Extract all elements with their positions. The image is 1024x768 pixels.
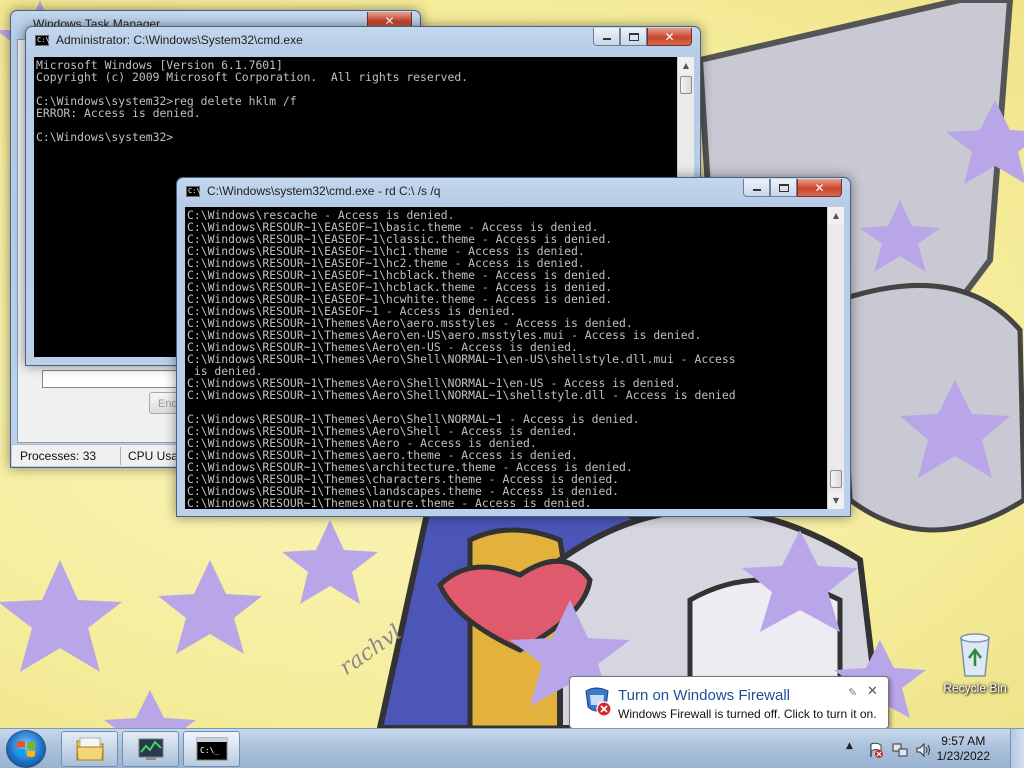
admin-cmd-titlebar[interactable]: C:\ Administrator: C:\Windows\System32\c… [26, 27, 700, 54]
wallpaper-face-shape [837, 283, 1024, 533]
scroll-down-button[interactable]: ▼ [828, 492, 844, 509]
console-line: C:\Windows\RESOUR~1\Themes\nature.theme … [187, 496, 592, 509]
admin-cmd-minimize-button[interactable] [593, 28, 620, 46]
show-desktop-button[interactable] [1010, 729, 1024, 768]
clock-time: 9:57 AM [941, 734, 986, 748]
rd-cmd-titlebar[interactable]: C:\ C:\Windows\system32\cmd.exe - rd C:\… [177, 178, 850, 205]
rd-cmd-close-button[interactable]: ✕ [797, 179, 842, 197]
show-hidden-icons-button[interactable]: ▲ [846, 741, 853, 751]
maximize-icon [778, 183, 789, 192]
recycle-bin-shortcut[interactable]: Recycle Bin [942, 630, 1008, 695]
taskbar: C:\_ ▲ 9:57 AM 1/23/2022 [0, 728, 1024, 768]
recycle-bin-label: Recycle Bin [943, 681, 1007, 695]
console-line: C:\Windows\RESOUR~1\Themes\Aero\Shell\NO… [187, 352, 736, 366]
network-icon[interactable] [892, 742, 908, 758]
scroll-up-button[interactable]: ▲ [678, 57, 694, 74]
taskbar-explorer-button[interactable] [61, 731, 118, 767]
clock[interactable]: 9:57 AM 1/23/2022 [937, 734, 990, 764]
balloon-body: Windows Firewall is turned off. Click to… [618, 707, 877, 721]
minimize-icon [752, 189, 761, 191]
console-line: C:\Windows\system32> [36, 130, 174, 144]
task-manager-icon [138, 738, 163, 760]
console-line: C:\Windows\RESOUR~1\Themes\Aero\Shell\NO… [187, 388, 736, 402]
task-manager-list[interactable] [42, 370, 182, 388]
console-line: Copyright (c) 2009 Microsoft Corporation… [36, 70, 469, 84]
rd-cmd-scrollbar[interactable]: ▲ ▼ [827, 207, 844, 509]
volume-icon[interactable] [915, 742, 931, 758]
console-line: ERROR: Access is denied. [36, 106, 201, 120]
folder-icon [75, 737, 104, 761]
close-icon: ✕ [814, 180, 825, 195]
taskbar-cmd-button[interactable]: C:\_ [183, 731, 240, 767]
firewall-shield-icon [585, 687, 612, 717]
recycle-bin-icon [960, 633, 990, 677]
cmd-icon: C:\_ [196, 737, 227, 761]
balloon-title: Turn on Windows Firewall [618, 687, 790, 704]
windows-logo-icon [17, 741, 35, 757]
balloon-options-icon[interactable]: ✎ [848, 686, 857, 699]
admin-cmd-title: Administrator: C:\Windows\System32\cmd.e… [56, 33, 303, 47]
clock-date: 1/23/2022 [936, 749, 990, 763]
firewall-notification[interactable]: Turn on Windows Firewall Windows Firewal… [569, 676, 889, 737]
status-divider [120, 447, 121, 465]
admin-cmd-close-button[interactable]: ✕ [647, 28, 692, 46]
maximize-icon [628, 32, 639, 41]
minimize-icon [602, 38, 611, 40]
rd-cmd-minimize-button[interactable] [743, 179, 770, 197]
admin-cmd-maximize-button[interactable] [620, 28, 647, 46]
rd-cmd-title: C:\Windows\system32\cmd.exe - rd C:\ /s … [207, 184, 441, 198]
taskbar-task-manager-button[interactable] [122, 731, 179, 767]
processes-count: Processes: 33 [20, 449, 97, 463]
action-center-flag-icon[interactable] [868, 742, 884, 758]
scroll-thumb[interactable] [830, 470, 842, 488]
scroll-up-button[interactable]: ▲ [828, 207, 844, 224]
cmd-icon: C:\ [186, 186, 201, 197]
rd-cmd-window[interactable]: C:\ C:\Windows\system32\cmd.exe - rd C:\… [176, 177, 851, 517]
cmd-icon: C:\ [35, 35, 50, 46]
svg-text:C:\_: C:\_ [200, 746, 219, 755]
balloon-close-icon[interactable]: ✕ [867, 684, 878, 699]
end-process-label: End [158, 398, 178, 410]
close-icon: ✕ [384, 13, 395, 28]
start-button[interactable] [6, 730, 46, 768]
rd-cmd-console[interactable]: C:\Windows\rescache - Access is denied. C… [185, 207, 827, 509]
rd-cmd-maximize-button[interactable] [770, 179, 797, 197]
scroll-thumb[interactable] [680, 76, 692, 94]
close-icon: ✕ [664, 29, 675, 44]
